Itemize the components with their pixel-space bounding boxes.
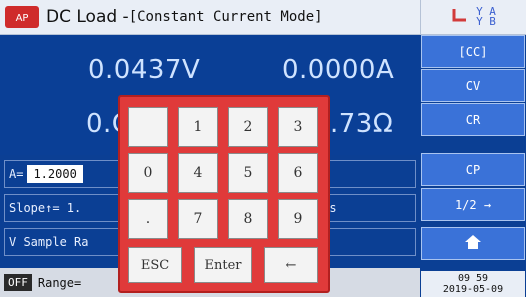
brand-logo: AP xyxy=(4,3,40,31)
resistance-reading: .73Ω xyxy=(330,109,394,139)
range-label: Range= xyxy=(37,275,82,290)
svg-text:AP: AP xyxy=(16,13,29,24)
next-page-button[interactable]: 1/2 → xyxy=(421,188,525,221)
app-title: DC Load - xyxy=(46,7,129,27)
mode-cr-button[interactable]: CR xyxy=(421,103,525,136)
numeric-keypad: 1 2 3 0 4 5 6 . 7 8 9 ESC Enter ← xyxy=(118,95,330,293)
mode-cc-button[interactable]: [CC] xyxy=(421,35,525,68)
key-2[interactable]: 2 xyxy=(228,107,268,147)
dc-load-screen: AP DC Load - [Constant Current Mode] Y A… xyxy=(0,0,526,297)
side-menu: [CC] CV CR CP 1/2 → 09 59 2019-05-09 xyxy=(421,35,526,297)
battery-signal-icon xyxy=(452,7,472,27)
mode-cv-button[interactable]: CV xyxy=(421,69,525,102)
clock: 09 59 2019-05-09 xyxy=(421,271,525,297)
key-3[interactable]: 3 xyxy=(278,107,318,147)
backspace-key[interactable]: ← xyxy=(264,247,318,283)
mode-title: [Constant Current Mode] xyxy=(128,9,323,25)
esc-key[interactable]: ESC xyxy=(128,247,182,283)
key-decimal[interactable]: . xyxy=(128,199,168,239)
output-off-badge[interactable]: OFF xyxy=(4,274,32,291)
title-bar: AP DC Load - [Constant Current Mode] xyxy=(0,0,420,35)
key-4[interactable]: 4 xyxy=(178,153,218,193)
key-8[interactable]: 8 xyxy=(228,199,268,239)
key-5[interactable]: 5 xyxy=(228,153,268,193)
amp-value-field[interactable]: 1.2000 xyxy=(27,165,83,183)
current-reading: 0.0000A xyxy=(282,55,395,85)
sample-label: V Sample Ra xyxy=(9,235,89,249)
key-7[interactable]: 7 xyxy=(178,199,218,239)
key-6[interactable]: 6 xyxy=(278,153,318,193)
mode-cp-button[interactable]: CP xyxy=(421,153,525,186)
voltage-reading: 0.0437V xyxy=(88,55,201,85)
clock-time: 09 59 xyxy=(457,273,489,284)
status-line-2: Y B xyxy=(476,15,496,28)
enter-key[interactable]: Enter xyxy=(194,247,252,283)
home-button[interactable] xyxy=(421,227,525,260)
clock-date: 2019-05-09 xyxy=(442,284,504,295)
amp-label: A= xyxy=(9,167,24,181)
key-9[interactable]: 9 xyxy=(278,199,318,239)
key-blank[interactable] xyxy=(128,107,168,147)
home-icon xyxy=(464,234,482,253)
status-indicator: Y A Y B xyxy=(420,0,526,35)
slope-label: Slope↑= 1. xyxy=(9,201,82,215)
key-0[interactable]: 0 xyxy=(128,153,168,193)
key-1[interactable]: 1 xyxy=(178,107,218,147)
